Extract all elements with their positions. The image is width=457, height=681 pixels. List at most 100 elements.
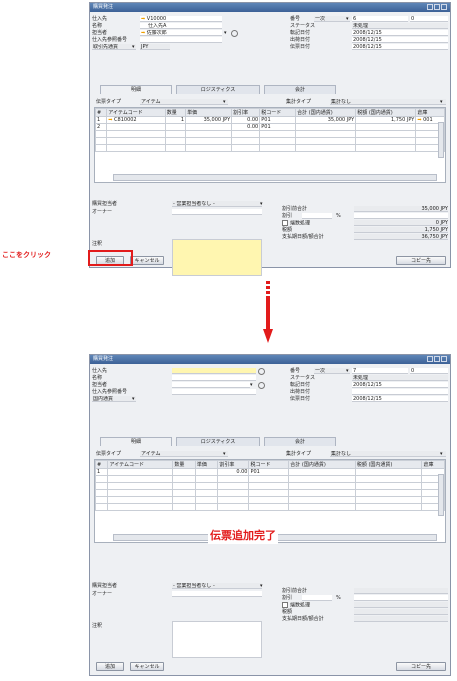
table-row[interactable]: 1 ➡ C810002 1 35,000 JPY 0.00 P01 35,000…: [94, 116, 445, 124]
doc-sub-field[interactable]: 0: [410, 368, 448, 374]
delivery-date-field[interactable]: [352, 389, 448, 395]
chevron-down-icon[interactable]: ▾: [346, 368, 349, 374]
contact-detail-icon[interactable]: [258, 382, 265, 389]
table-row[interactable]: [94, 144, 445, 152]
cell[interactable]: 0.00: [217, 468, 250, 476]
currency-code-field[interactable]: JPY: [140, 44, 170, 50]
vendor-name-field[interactable]: 仕入先A: [140, 23, 222, 29]
table-row[interactable]: [94, 503, 445, 511]
tab-logistics[interactable]: ロジスティクス: [176, 85, 260, 94]
doc-sub-field[interactable]: 0: [410, 16, 448, 22]
doc-date-field[interactable]: 2008/12/15: [352, 44, 448, 50]
horizontal-scrollbar[interactable]: [113, 174, 437, 181]
currency-select[interactable]: 取引先通貨: [92, 44, 136, 50]
cell[interactable]: [355, 123, 417, 131]
chevron-down-icon[interactable]: ▾: [223, 99, 226, 105]
chevron-down-icon[interactable]: ▾: [132, 44, 135, 50]
cell[interactable]: [288, 468, 356, 476]
chevron-down-icon[interactable]: ▾: [346, 16, 349, 22]
tab-accounting[interactable]: 会計: [264, 437, 336, 446]
tab-contents[interactable]: 明細: [100, 85, 172, 94]
close-icon[interactable]: [441, 356, 447, 362]
tab-accounting[interactable]: 会計: [264, 85, 336, 94]
minimize-icon[interactable]: [427, 4, 433, 10]
series-select[interactable]: 一次: [314, 368, 350, 374]
tab-logistics[interactable]: ロジスティクス: [176, 437, 260, 446]
buyer-select[interactable]: - 営業担当者なし -: [172, 201, 262, 207]
table-row[interactable]: [94, 482, 445, 490]
cell[interactable]: [295, 123, 357, 131]
delivery-date-field[interactable]: 2008/12/15: [352, 37, 448, 43]
cancel-button[interactable]: キャンセル: [130, 256, 164, 265]
table-row[interactable]: [94, 496, 445, 504]
vertical-scrollbar[interactable]: [438, 122, 444, 158]
close-icon[interactable]: [441, 4, 447, 10]
link-arrow-icon[interactable]: ➡: [141, 30, 145, 35]
discount-percent-field[interactable]: [302, 595, 332, 601]
cell[interactable]: 0.00: [231, 116, 261, 124]
cell[interactable]: P01: [259, 123, 297, 131]
cell[interactable]: ➡ C810002: [106, 116, 166, 124]
link-arrow-icon[interactable]: ➡: [141, 16, 145, 21]
item-type-select[interactable]: アイテム: [140, 451, 228, 457]
rounding-checkbox[interactable]: [282, 220, 288, 226]
doc-date-field[interactable]: 2008/12/15: [352, 396, 448, 402]
doc-number-field[interactable]: 6: [352, 16, 408, 22]
link-arrow-icon[interactable]: ➡: [108, 117, 112, 123]
contact-detail-icon[interactable]: [231, 30, 238, 37]
vendor-code-field[interactable]: ➡ V10000: [140, 16, 222, 22]
cell[interactable]: [172, 468, 196, 476]
cell[interactable]: [164, 123, 187, 131]
cell[interactable]: 35,000 JPY: [185, 116, 233, 124]
doc-number-field[interactable]: 7: [352, 368, 408, 374]
chevron-down-icon[interactable]: ▾: [440, 451, 443, 457]
copy-to-button[interactable]: コピー先: [396, 256, 446, 265]
minimize-icon[interactable]: [427, 356, 433, 362]
rounding-checkbox[interactable]: [282, 602, 288, 608]
summary-type-select[interactable]: 集計なし: [330, 99, 446, 105]
summary-type-select[interactable]: 集計なし: [330, 451, 446, 457]
cell[interactable]: [354, 468, 423, 476]
cell[interactable]: 0.00: [231, 123, 261, 131]
owner-field[interactable]: [172, 591, 262, 597]
table-row[interactable]: [94, 137, 445, 145]
memo-textarea[interactable]: [172, 621, 262, 658]
table-row[interactable]: [94, 475, 445, 483]
discount-percent-field[interactable]: [302, 213, 332, 219]
copy-to-button[interactable]: コピー先: [396, 662, 446, 671]
chevron-down-icon[interactable]: ▾: [223, 451, 226, 457]
table-row[interactable]: [94, 489, 445, 497]
vertical-scrollbar[interactable]: [438, 474, 444, 516]
chevron-down-icon[interactable]: ▾: [440, 99, 443, 105]
posting-date-field[interactable]: 2008/12/15: [352, 30, 448, 36]
chevron-down-icon[interactable]: ▾: [260, 201, 263, 207]
cell[interactable]: [106, 123, 166, 131]
cell[interactable]: [107, 468, 174, 476]
chevron-down-icon[interactable]: ▾: [250, 382, 253, 388]
cell[interactable]: 1: [164, 116, 187, 124]
cell[interactable]: P01: [259, 116, 297, 124]
maximize-icon[interactable]: [434, 4, 440, 10]
currency-select[interactable]: 国内通貨: [92, 396, 136, 402]
item-type-select[interactable]: アイテム: [140, 99, 228, 105]
series-select[interactable]: 一次: [314, 16, 350, 22]
cell[interactable]: [185, 123, 233, 131]
add-button[interactable]: 追加: [96, 662, 124, 671]
cancel-button[interactable]: キャンセル: [130, 662, 164, 671]
dropdown-icon[interactable]: ▾: [224, 30, 227, 36]
vendor-lookup-icon[interactable]: [258, 368, 265, 375]
link-arrow-icon[interactable]: ➡: [417, 117, 421, 123]
vendor-ref-field[interactable]: [140, 37, 222, 43]
cell[interactable]: 1,750 JPY: [355, 116, 417, 124]
discount-amount-field[interactable]: [354, 213, 448, 219]
owner-field[interactable]: [172, 209, 262, 215]
vendor-name-field[interactable]: [172, 375, 256, 381]
table-row[interactable]: 1 0.00 P01: [94, 468, 445, 476]
maximize-icon[interactable]: [434, 356, 440, 362]
cell[interactable]: P01: [248, 468, 290, 476]
vendor-code-field[interactable]: [172, 368, 256, 374]
discount-amount-field[interactable]: [354, 595, 448, 601]
contact-field[interactable]: ➡ 佐藤次郎: [140, 30, 222, 36]
vendor-ref-field[interactable]: [172, 389, 256, 395]
cell[interactable]: 35,000 JPY: [295, 116, 357, 124]
